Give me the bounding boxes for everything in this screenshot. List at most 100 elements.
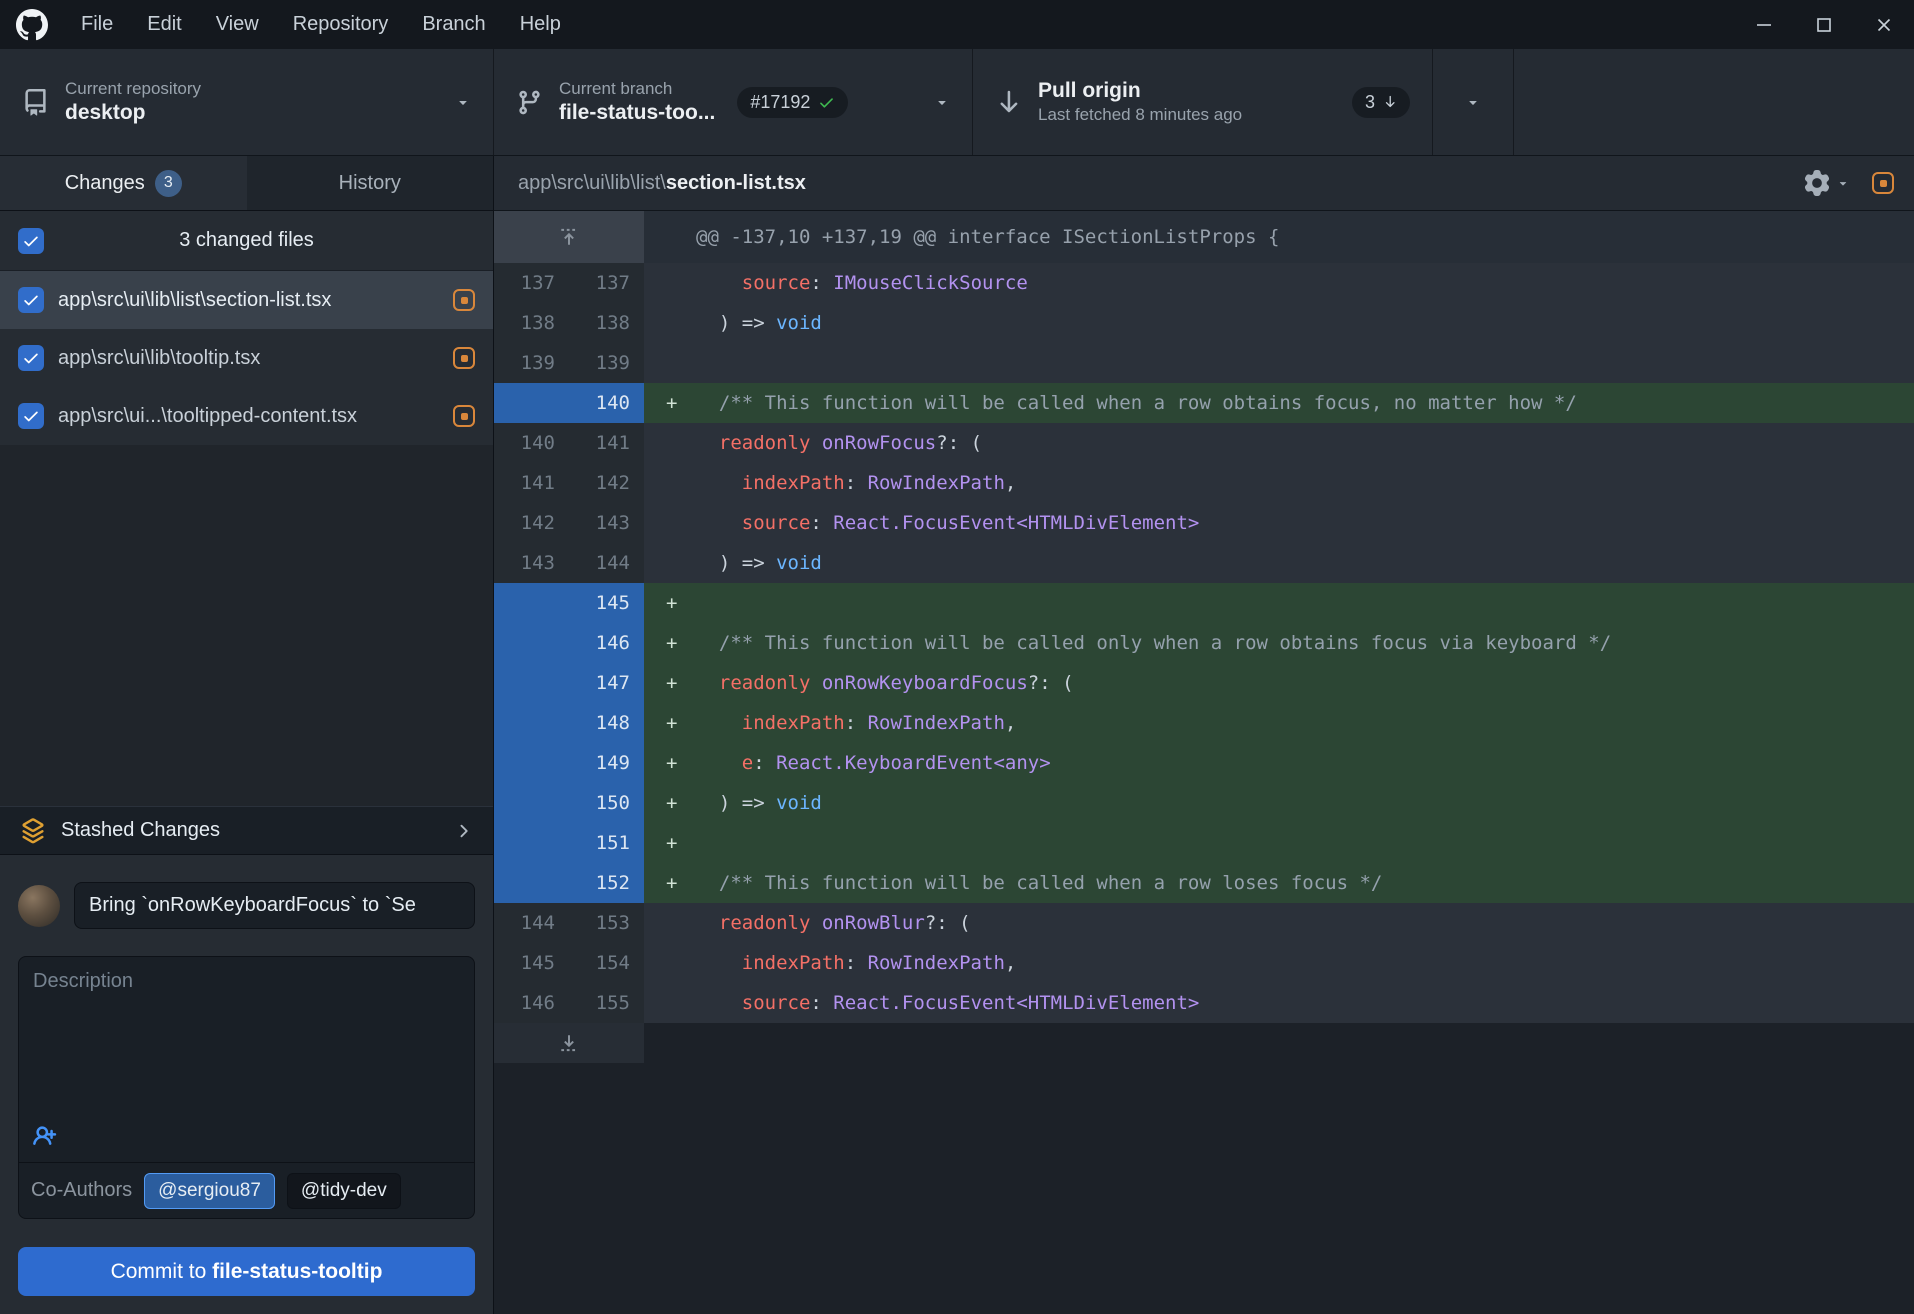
diff-line-number-old[interactable]: 139 xyxy=(494,343,569,383)
commit-description-input[interactable]: Description xyxy=(19,957,474,1162)
diff-line-number-old[interactable]: 140 xyxy=(494,423,569,463)
diff-line-number-new[interactable]: 149 xyxy=(569,743,644,783)
diff-line-number-old[interactable]: 146 xyxy=(494,983,569,1023)
repository-switcher-button[interactable]: Current repository desktop xyxy=(0,49,494,155)
diff-line-number-new[interactable]: 145 xyxy=(569,583,644,623)
file-row[interactable]: app\src\ui...\tooltipped-content.tsx xyxy=(0,387,493,445)
diff-line-number-old[interactable]: 143 xyxy=(494,543,569,583)
menu-help[interactable]: Help xyxy=(503,0,578,49)
diff-row[interactable]: 145+ xyxy=(494,583,1914,623)
commit-summary-input[interactable] xyxy=(74,882,475,929)
expand-hunk-up-button[interactable] xyxy=(494,211,644,263)
diff-row[interactable]: 147+ readonly onRowKeyboardFocus?: ( xyxy=(494,663,1914,703)
diff-row[interactable]: 144153 readonly onRowBlur?: ( xyxy=(494,903,1914,943)
diff-line-number-old[interactable]: 141 xyxy=(494,463,569,503)
expand-hunk-down-button[interactable] xyxy=(494,1023,644,1063)
coauthor-badge[interactable]: @tidy-dev xyxy=(287,1173,401,1209)
file-include-checkbox[interactable] xyxy=(18,287,44,313)
diff-line-number-new[interactable]: 137 xyxy=(569,263,644,303)
diff-line-number-new[interactable]: 140 xyxy=(569,383,644,423)
tab-history[interactable]: History xyxy=(247,156,494,210)
diff-line-number-old[interactable] xyxy=(494,703,569,743)
diff-line-number-new[interactable]: 143 xyxy=(569,503,644,543)
diff-line-number-old[interactable] xyxy=(494,823,569,863)
diff-line-number-new[interactable]: 154 xyxy=(569,943,644,983)
diff-row[interactable]: 140+ /** This function will be called wh… xyxy=(494,383,1914,423)
diff-row[interactable]: 149+ e: React.KeyboardEvent<any> xyxy=(494,743,1914,783)
maximize-button[interactable] xyxy=(1794,0,1854,49)
modified-status-icon xyxy=(1872,172,1894,194)
diff-line-number-new[interactable]: 153 xyxy=(569,903,644,943)
diff-row[interactable]: 150+ ) => void xyxy=(494,783,1914,823)
diff-line-number-old[interactable] xyxy=(494,623,569,663)
diff-line-number-new[interactable]: 150 xyxy=(569,783,644,823)
branch-name: file-status-too... xyxy=(559,100,715,126)
diff-line-number-old[interactable] xyxy=(494,383,569,423)
expand-row xyxy=(494,1023,1914,1063)
menu-edit[interactable]: Edit xyxy=(130,0,198,49)
coauthor-badge[interactable]: @sergiou87 xyxy=(144,1173,275,1209)
modified-status-icon xyxy=(453,347,475,369)
diff-row[interactable]: 151+ xyxy=(494,823,1914,863)
file-include-checkbox[interactable] xyxy=(18,403,44,429)
diff-line-number-old[interactable] xyxy=(494,583,569,623)
diff-line-number-new[interactable]: 142 xyxy=(569,463,644,503)
diff-row[interactable]: 140141 readonly onRowFocus?: ( xyxy=(494,423,1914,463)
close-button[interactable] xyxy=(1854,0,1914,49)
diff-line-number-new[interactable]: 155 xyxy=(569,983,644,1023)
add-coauthor-icon[interactable] xyxy=(33,1123,60,1150)
diff-line-number-new[interactable]: 151 xyxy=(569,823,644,863)
diff-row[interactable]: 139139 xyxy=(494,343,1914,383)
diff-row[interactable]: 146155 source: React.FocusEvent<HTMLDivE… xyxy=(494,983,1914,1023)
tab-changes[interactable]: Changes 3 xyxy=(0,156,247,210)
diff-row[interactable]: 142143 source: React.FocusEvent<HTMLDivE… xyxy=(494,503,1914,543)
pull-dropdown-button[interactable] xyxy=(1433,49,1514,155)
diff-line-number-old[interactable] xyxy=(494,863,569,903)
diff-row[interactable]: 145154 indexPath: RowIndexPath, xyxy=(494,943,1914,983)
diff-row[interactable]: 146+ /** This function will be called on… xyxy=(494,623,1914,663)
diff-line-number-new[interactable]: 147 xyxy=(569,663,644,703)
code-text: indexPath: RowIndexPath, xyxy=(644,943,1016,983)
file-include-checkbox[interactable] xyxy=(18,345,44,371)
stashed-changes-label: Stashed Changes xyxy=(61,819,438,842)
menu-repository[interactable]: Repository xyxy=(276,0,406,49)
diff-line-number-new[interactable]: 144 xyxy=(569,543,644,583)
diff-line-number-new[interactable]: 141 xyxy=(569,423,644,463)
select-all-checkbox[interactable] xyxy=(18,228,44,254)
diff-line-number-new[interactable]: 148 xyxy=(569,703,644,743)
diff-row[interactable]: 148+ indexPath: RowIndexPath, xyxy=(494,703,1914,743)
menu-view[interactable]: View xyxy=(199,0,276,49)
file-list-empty-area xyxy=(0,445,493,806)
diff-line-number-new[interactable]: 138 xyxy=(569,303,644,343)
changes-count-badge: 3 xyxy=(155,170,182,197)
minimize-button[interactable] xyxy=(1734,0,1794,49)
commit-button[interactable]: Commit to file-status-tooltip xyxy=(18,1247,475,1296)
diff-row[interactable]: 138138 ) => void xyxy=(494,303,1914,343)
pull-origin-button[interactable]: Pull origin Last fetched 8 minutes ago 3 xyxy=(973,49,1433,155)
diff-line-number-old[interactable] xyxy=(494,663,569,703)
diff-row[interactable]: 143144 ) => void xyxy=(494,543,1914,583)
file-row[interactable]: app\src\ui\lib\list\section-list.tsx xyxy=(0,271,493,329)
diff-row[interactable]: 141142 indexPath: RowIndexPath, xyxy=(494,463,1914,503)
diff-options-button[interactable] xyxy=(1804,170,1850,196)
diff-row[interactable]: 152+ /** This function will be called wh… xyxy=(494,863,1914,903)
file-row[interactable]: app\src\ui\lib\tooltip.tsx xyxy=(0,329,493,387)
diff-line-number-old[interactable]: 138 xyxy=(494,303,569,343)
diff-row[interactable]: 137137 source: IMouseClickSource xyxy=(494,263,1914,303)
repo-label: Current repository xyxy=(65,78,201,100)
diff-line-number-new[interactable]: 152 xyxy=(569,863,644,903)
diff-line-number-new[interactable]: 139 xyxy=(569,343,644,383)
diff-line-marker: + xyxy=(666,863,677,903)
menu-file[interactable]: File xyxy=(64,0,130,49)
pr-status-badge[interactable]: #17192 xyxy=(737,87,848,118)
diff-line-number-old[interactable]: 145 xyxy=(494,943,569,983)
diff-line-number-old[interactable]: 137 xyxy=(494,263,569,303)
menu-branch[interactable]: Branch xyxy=(405,0,502,49)
diff-line-number-old[interactable] xyxy=(494,783,569,823)
diff-line-number-old[interactable]: 142 xyxy=(494,503,569,543)
diff-line-number-new[interactable]: 146 xyxy=(569,623,644,663)
stashed-changes-row[interactable]: Stashed Changes xyxy=(0,806,493,855)
branch-switcher-button[interactable]: Current branch file-status-too... #17192 xyxy=(494,49,973,155)
diff-line-number-old[interactable]: 144 xyxy=(494,903,569,943)
diff-line-number-old[interactable] xyxy=(494,743,569,783)
